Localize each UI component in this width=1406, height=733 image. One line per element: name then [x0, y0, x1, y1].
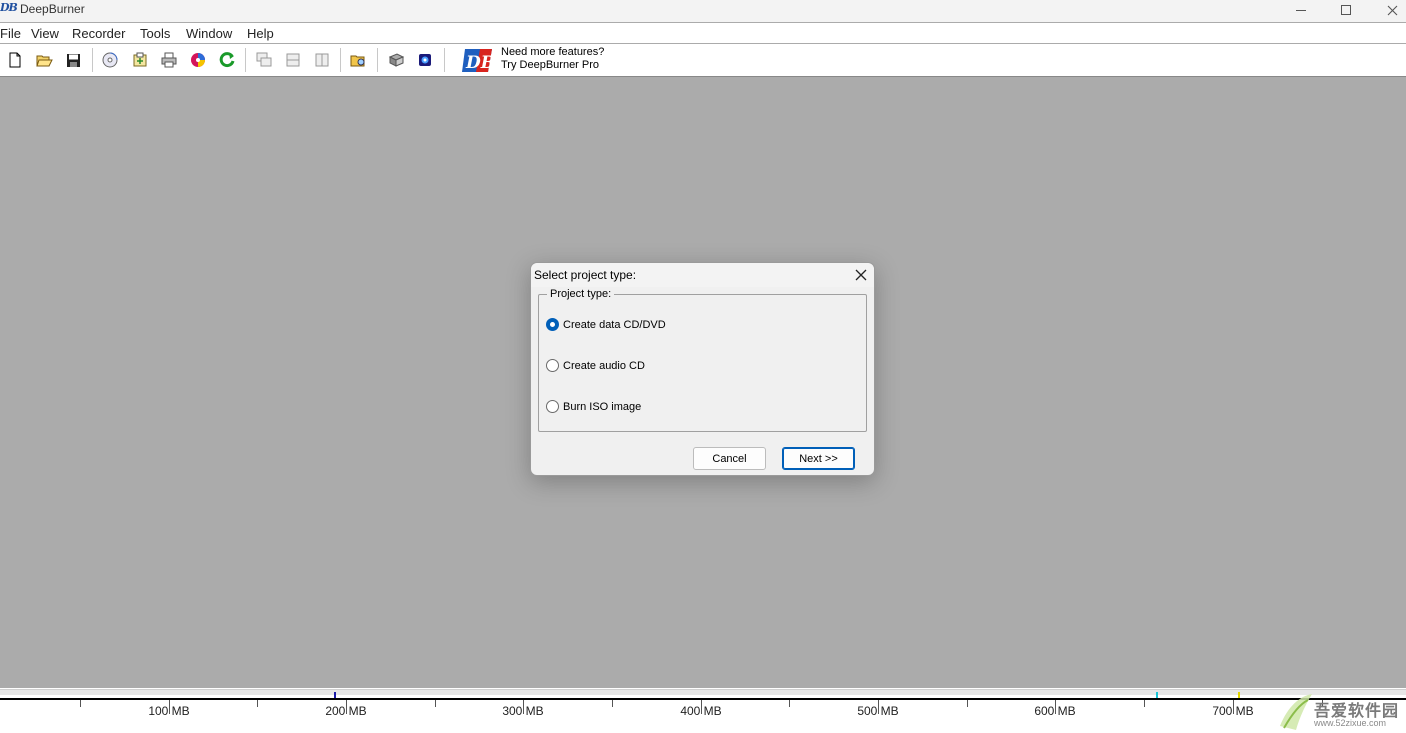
promo-line-2[interactable]: Try DeepBurner Pro: [501, 59, 599, 71]
print-icon: [161, 52, 177, 68]
dialog-title: Select project type:: [534, 268, 637, 282]
menu-bar: File View Recorder Tools Window Help: [0, 23, 1406, 43]
tile-vertical-icon: [315, 53, 329, 67]
tile-horizontal-button[interactable]: [284, 51, 302, 69]
close-window-button[interactable]: [1369, 0, 1406, 20]
burn-disc-button[interactable]: [101, 51, 119, 69]
toolbar-separator: [444, 48, 445, 72]
tile-vertical-button[interactable]: [313, 51, 331, 69]
project-type-group: Project type: Create data CD/DVD Create …: [538, 288, 867, 432]
watermark-url: www.52zixue.com: [1314, 718, 1387, 728]
radio-button[interactable]: [546, 400, 559, 413]
menu-help[interactable]: Help: [247, 26, 274, 41]
refresh-icon: [219, 52, 235, 68]
option-label: Create audio CD: [563, 359, 645, 372]
print-button[interactable]: [160, 51, 178, 69]
capacity-tick: [967, 700, 968, 707]
capacity-track: [0, 689, 1406, 695]
cascade-icon: [256, 52, 272, 67]
close-icon: [855, 269, 867, 281]
about-button[interactable]: [416, 51, 434, 69]
cascade-button[interactable]: [255, 51, 273, 69]
menu-tools[interactable]: Tools: [140, 26, 170, 41]
capacity-bar: 100 MB 200 MB 300 MB 400 MB 500 MB 600 M…: [0, 688, 1406, 733]
about-icon: [419, 54, 431, 66]
burn-disc-icon: [102, 52, 118, 68]
manual-icon: [388, 53, 404, 67]
option-burn-iso[interactable]: Burn ISO image: [546, 400, 641, 413]
select-project-dialog: Select project type: Project type: Creat…: [530, 262, 875, 476]
minimize-icon: [1296, 9, 1306, 11]
app-title: DeepBurner: [20, 2, 85, 16]
capacity-tick: [612, 700, 613, 707]
refresh-button[interactable]: [218, 51, 236, 69]
toolbar-separator: [92, 48, 93, 72]
app-logo-icon: DB: [0, 1, 18, 14]
capacity-label: 600 MB: [1034, 704, 1076, 718]
minimize-button[interactable]: [1278, 0, 1324, 20]
capacity-label: 100 MB: [148, 704, 190, 718]
open-icon: [35, 55, 53, 66]
toolbar-separator: [377, 48, 378, 72]
promo-logo-icon[interactable]: DB: [461, 46, 495, 74]
cancel-button[interactable]: Cancel: [693, 447, 766, 470]
menu-recorder[interactable]: Recorder: [72, 26, 125, 41]
manual-button[interactable]: [387, 51, 405, 69]
tile-horizontal-icon: [286, 53, 300, 67]
capacity-tick: [80, 700, 81, 707]
capacity-label: 300 MB: [502, 704, 544, 718]
capacity-label: 500 MB: [857, 704, 899, 718]
dialog-title-bar: Select project type:: [531, 263, 874, 287]
disc-label-button[interactable]: [189, 51, 207, 69]
maximize-button[interactable]: [1323, 0, 1369, 20]
new-button[interactable]: [6, 51, 24, 69]
capacity-tick: [435, 700, 436, 707]
capacity-tick: [789, 700, 790, 707]
capacity-label: 200 MB: [325, 704, 367, 718]
toolbar-separator: [245, 48, 246, 72]
radio-button[interactable]: [546, 359, 559, 372]
menu-window[interactable]: Window: [186, 26, 232, 41]
add-files-button[interactable]: [131, 51, 149, 69]
close-icon: [1387, 5, 1397, 15]
group-label: Project type:: [547, 288, 615, 300]
save-button[interactable]: [64, 51, 82, 69]
explorer-icon: [350, 55, 364, 66]
option-label: Burn ISO image: [563, 400, 642, 413]
capacity-label: 400 MB: [680, 704, 722, 718]
option-audio-cd[interactable]: Create audio CD: [546, 359, 645, 372]
open-button[interactable]: [35, 51, 53, 69]
option-data-cd-dvd[interactable]: Create data CD/DVD: [546, 318, 666, 331]
maximize-icon: [1341, 5, 1351, 15]
toolbar: DB Need more features? Try DeepBurner Pr…: [0, 44, 1406, 77]
explorer-button[interactable]: [349, 51, 367, 69]
new-icon: [9, 52, 21, 68]
menu-file[interactable]: File: [0, 26, 21, 41]
radio-button[interactable]: [546, 318, 559, 331]
save-icon: [66, 53, 80, 67]
dialog-close-button[interactable]: [851, 265, 871, 285]
add-files-icon: [133, 52, 147, 67]
title-bar: DB DeepBurner: [0, 0, 1406, 22]
next-button[interactable]: Next >>: [782, 447, 855, 470]
promo-line-1[interactable]: Need more features?: [501, 46, 604, 58]
capacity-label: 700 MB: [1212, 704, 1254, 718]
capacity-tick: [1144, 700, 1145, 707]
option-label: Create data CD/DVD: [563, 318, 666, 331]
menu-view[interactable]: View: [31, 26, 59, 41]
toolbar-separator: [340, 48, 341, 72]
capacity-tick: [257, 700, 258, 707]
disc-label-icon: [191, 53, 205, 67]
capacity-axis: [0, 698, 1406, 700]
promo-logo-text: DB: [465, 53, 494, 73]
